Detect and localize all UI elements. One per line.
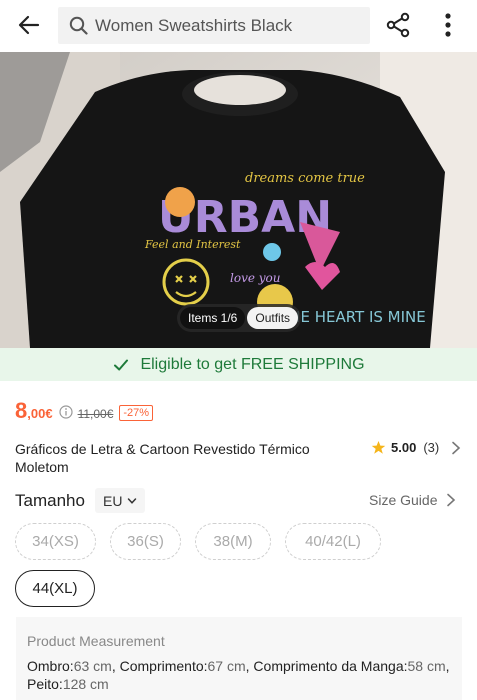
shipping-text: Eligible to get FREE SHIPPING (140, 355, 365, 373)
svg-text:Feel and Interest: Feel and Interest (144, 238, 241, 251)
price-original: 11,00€ (77, 407, 114, 421)
back-arrow-icon (18, 15, 40, 35)
measure-label: Ombro: (27, 658, 74, 674)
measure-label: Comprimento: (119, 658, 208, 674)
search-icon (69, 16, 89, 36)
measurement-title: Product Measurement (27, 633, 165, 649)
chevron-right-icon (452, 441, 461, 454)
product-title: Gráficos de Letra & Cartoon Revestido Té… (15, 441, 310, 475)
size-option-m[interactable]: 38(M) (195, 523, 271, 560)
measure-label: Peito: (27, 676, 63, 692)
info-icon[interactable] (58, 405, 73, 419)
search-input[interactable] (95, 15, 365, 36)
product-measurement-panel: Product Measurement Ombro:63 cm, Comprim… (16, 617, 462, 700)
tab-items[interactable]: Items 1/6 (180, 307, 246, 329)
check-icon (114, 359, 129, 370)
more-options-button[interactable] (434, 10, 462, 40)
top-bar (0, 0, 477, 52)
review-count: (3) (423, 440, 440, 455)
rating-link[interactable]: 5.00 (3) (371, 440, 461, 455)
size-option-xl[interactable]: 44(XL) (15, 570, 95, 607)
price-current: 8 (15, 398, 28, 423)
tab-outfits[interactable]: Outfits (247, 307, 299, 329)
size-guide-link[interactable]: Size Guide (369, 492, 456, 508)
size-option-l[interactable]: 40/42(L) (285, 523, 381, 560)
free-shipping-banner: Eligible to get FREE SHIPPING (0, 348, 477, 381)
measure-value: 67 cm (207, 658, 246, 674)
measure-value: 63 cm (73, 658, 112, 674)
rating-score: 5.00 (391, 440, 417, 455)
price-decimal: ,00€ (27, 406, 53, 421)
share-button[interactable] (383, 10, 413, 40)
search-bar[interactable] (58, 7, 370, 44)
svg-text:love you: love you (230, 271, 281, 285)
share-icon (386, 12, 410, 38)
measurement-values: Ombro:63 cm, Comprimento:67 cm, Comprime… (27, 657, 452, 693)
chevron-down-icon (128, 497, 137, 504)
price-row: 8 ,00€ 11,00€ -27% (15, 398, 154, 424)
back-button[interactable] (14, 10, 44, 40)
size-guide-label: Size Guide (369, 492, 438, 508)
size-option-s[interactable]: 36(S) (110, 523, 181, 560)
chevron-right-icon (447, 493, 456, 507)
image-tabs: Items 1/6 Outfits (177, 304, 302, 332)
measure-separator: , (445, 658, 450, 674)
more-vertical-icon (445, 13, 451, 37)
measure-separator: , (111, 658, 120, 674)
star-icon (371, 440, 386, 454)
size-option-xs[interactable]: 34(XS) (15, 523, 96, 560)
discount-badge: -27% (119, 405, 154, 421)
size-region-select[interactable]: EU (95, 488, 146, 513)
size-region-value: EU (103, 492, 123, 509)
svg-text:dreams come true: dreams come true (245, 171, 365, 186)
size-label: Tamanho (15, 491, 85, 510)
measure-value: 58 cm (407, 658, 446, 674)
measure-label: Comprimento da Manga: (253, 658, 408, 674)
measure-value: 128 cm (62, 676, 109, 692)
